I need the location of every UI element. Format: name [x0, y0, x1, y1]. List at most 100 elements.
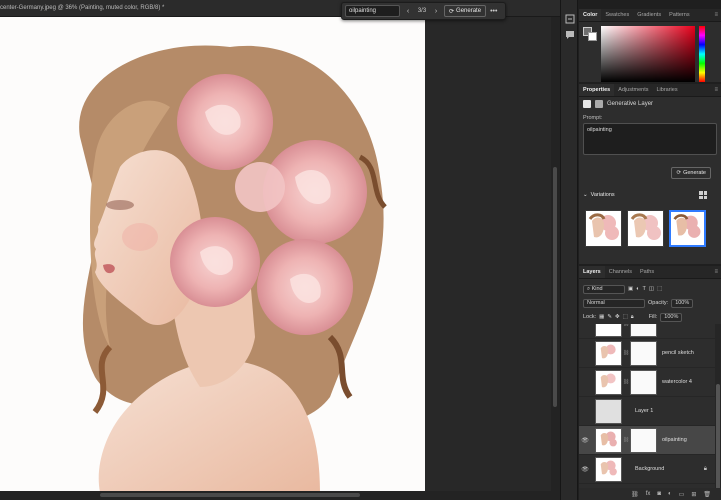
scroll-thumb[interactable]	[100, 493, 360, 497]
mask-icon[interactable]: ◙	[657, 491, 661, 497]
chevron-down-icon: ⌄	[583, 192, 588, 198]
variation-thumbnail-selected[interactable]	[669, 210, 706, 247]
color-panel: Color Swatches Gradients Patterns ≡	[579, 9, 721, 82]
prompt-label: Prompt:	[583, 115, 603, 121]
tab-paths[interactable]: Paths	[636, 266, 658, 278]
layer-thumbnail	[595, 369, 622, 395]
generate-button[interactable]: ⟳ Generate	[444, 5, 487, 17]
layer-type-label: Generative Layer	[607, 101, 654, 107]
generative-layer-icon	[583, 100, 591, 108]
layer-row[interactable]: ⛓ pencil sketch	[579, 339, 715, 368]
layer-type-header: Generative Layer	[579, 97, 721, 111]
layer-thumbnail	[595, 324, 622, 337]
horizontal-scrollbar[interactable]	[0, 491, 551, 500]
layer-name: Layer 1	[635, 408, 654, 414]
lock-transparent-icon[interactable]: ▦	[599, 314, 604, 320]
hue-slider[interactable]	[699, 26, 705, 82]
lock-pixels-icon[interactable]: ✎	[607, 314, 612, 320]
chevron-right-icon[interactable]: ›	[432, 8, 440, 15]
layer-row-selected[interactable]: 👁︎ ⛓ oilpainting	[579, 426, 715, 455]
variations-header[interactable]: ⌄ Variations	[583, 192, 615, 198]
fx-icon[interactable]: fx	[646, 491, 651, 497]
layer-mask-thumbnail	[630, 427, 657, 453]
link-icon: ⛓	[622, 350, 630, 356]
variation-thumbnails	[585, 210, 706, 247]
fill-label: Fill:	[648, 314, 658, 320]
chevron-left-icon[interactable]: ‹	[404, 8, 412, 15]
artwork-canvas[interactable]	[0, 17, 425, 492]
layer-row[interactable]: 👁︎ Background 🔒︎	[579, 455, 715, 484]
layer-name: oilpainting	[662, 437, 687, 443]
properties-generate-button[interactable]: ⟳ Generate	[671, 167, 711, 179]
filter-kind-label: Kind	[591, 285, 603, 292]
eye-icon[interactable]: 👁︎	[579, 466, 591, 473]
tab-gradients[interactable]: Gradients	[633, 9, 665, 21]
layer-row[interactable]: ⛓	[579, 324, 715, 339]
tab-libraries[interactable]: Libraries	[652, 84, 681, 96]
portrait-painting	[79, 45, 387, 492]
variation-thumbnail[interactable]	[585, 210, 622, 247]
blend-opacity-row: Normal Opacity: 100%	[579, 296, 721, 310]
lock-artboard-icon[interactable]: ⬚	[623, 314, 628, 320]
variation-thumbnail[interactable]	[627, 210, 664, 247]
prompt-textarea[interactable]: oilpainting	[583, 123, 717, 155]
layer-mask-thumbnail	[630, 324, 657, 337]
eye-icon[interactable]: 👁︎	[579, 437, 591, 444]
lock-position-icon[interactable]: ✥	[615, 314, 620, 320]
smart-object-filter-icon[interactable]: ⬚	[657, 286, 662, 292]
tab-layers[interactable]: Layers	[579, 266, 605, 278]
tab-channels[interactable]: Channels	[605, 266, 636, 278]
mask-icon	[595, 100, 603, 108]
layers-panel: Layers Channels Paths ≡ ⌕ Kind ▣ ◐ T ◫ ⬚…	[579, 266, 721, 500]
layer-row[interactable]: ⛓ watercolor 4	[579, 368, 715, 397]
blend-mode-select[interactable]: Normal	[583, 298, 645, 308]
comments-icon[interactable]	[565, 30, 575, 40]
variation-preview	[673, 214, 701, 238]
panel-menu-icon[interactable]: ≡	[714, 266, 718, 278]
tab-patterns[interactable]: Patterns	[665, 9, 693, 21]
adjustment-icon[interactable]: ◐	[668, 491, 672, 497]
new-layer-icon[interactable]: ⊞	[691, 491, 696, 498]
layer-name: Background	[635, 466, 665, 472]
tab-adjustments[interactable]: Adjustments	[614, 84, 652, 96]
layer-preview	[600, 430, 617, 446]
tab-swatches[interactable]: Swatches	[601, 9, 633, 21]
layer-filter-row: ⌕ Kind ▣ ◐ T ◫ ⬚	[579, 282, 721, 296]
layer-row[interactable]: Layer 1	[579, 397, 715, 426]
layer-name: watercolor 4	[662, 379, 692, 385]
history-icon[interactable]	[565, 14, 575, 24]
pixel-filter-icon[interactable]: ▣	[628, 286, 633, 292]
folder-icon[interactable]: ▭	[679, 491, 685, 498]
color-picker-field[interactable]	[601, 26, 695, 82]
panel-menu-icon[interactable]: ≡	[714, 84, 718, 96]
tab-color[interactable]: Color	[579, 9, 602, 21]
grid-view-icon[interactable]	[699, 191, 707, 199]
generate-label: Generate	[456, 8, 482, 14]
type-filter-icon[interactable]: T	[643, 286, 646, 292]
background-color-swatch[interactable]	[588, 32, 597, 41]
canvas-area[interactable]	[0, 17, 551, 500]
trash-icon[interactable]: 🗑︎	[703, 491, 711, 498]
layer-name: pencil sketch	[662, 350, 694, 356]
layer-thumbnail	[595, 340, 622, 366]
layers-scrollbar[interactable]	[715, 324, 721, 500]
more-horizontal-icon[interactable]: •••	[490, 8, 497, 15]
layer-preview	[600, 459, 617, 475]
panel-menu-icon[interactable]: ≡	[714, 9, 718, 21]
taskbar-prompt-input[interactable]: oilpainting	[345, 5, 400, 17]
link-icon: ⛓	[622, 437, 630, 443]
document-title: center-Germany.jpeg @ 36% (Painting, mut…	[0, 5, 165, 11]
fill-input[interactable]: 100%	[660, 312, 683, 322]
tab-properties[interactable]: Properties	[579, 84, 615, 96]
generate-icon: ⟳	[449, 8, 455, 15]
lock-all-icon[interactable]: 🔒︎	[631, 314, 634, 321]
scroll-thumb[interactable]	[553, 167, 557, 407]
shape-filter-icon[interactable]: ◫	[649, 286, 654, 292]
vertical-scrollbar[interactable]	[551, 17, 560, 500]
filter-kind-select[interactable]: ⌕ Kind	[583, 284, 625, 294]
scroll-thumb[interactable]	[716, 384, 720, 494]
link-icon[interactable]: ⛓	[631, 491, 639, 498]
opacity-input[interactable]: 100%	[671, 298, 694, 308]
contextual-task-bar: oilpainting ‹ 3/3 › ⟳ Generate •••	[341, 2, 506, 20]
adjustment-filter-icon[interactable]: ◐	[636, 286, 639, 292]
